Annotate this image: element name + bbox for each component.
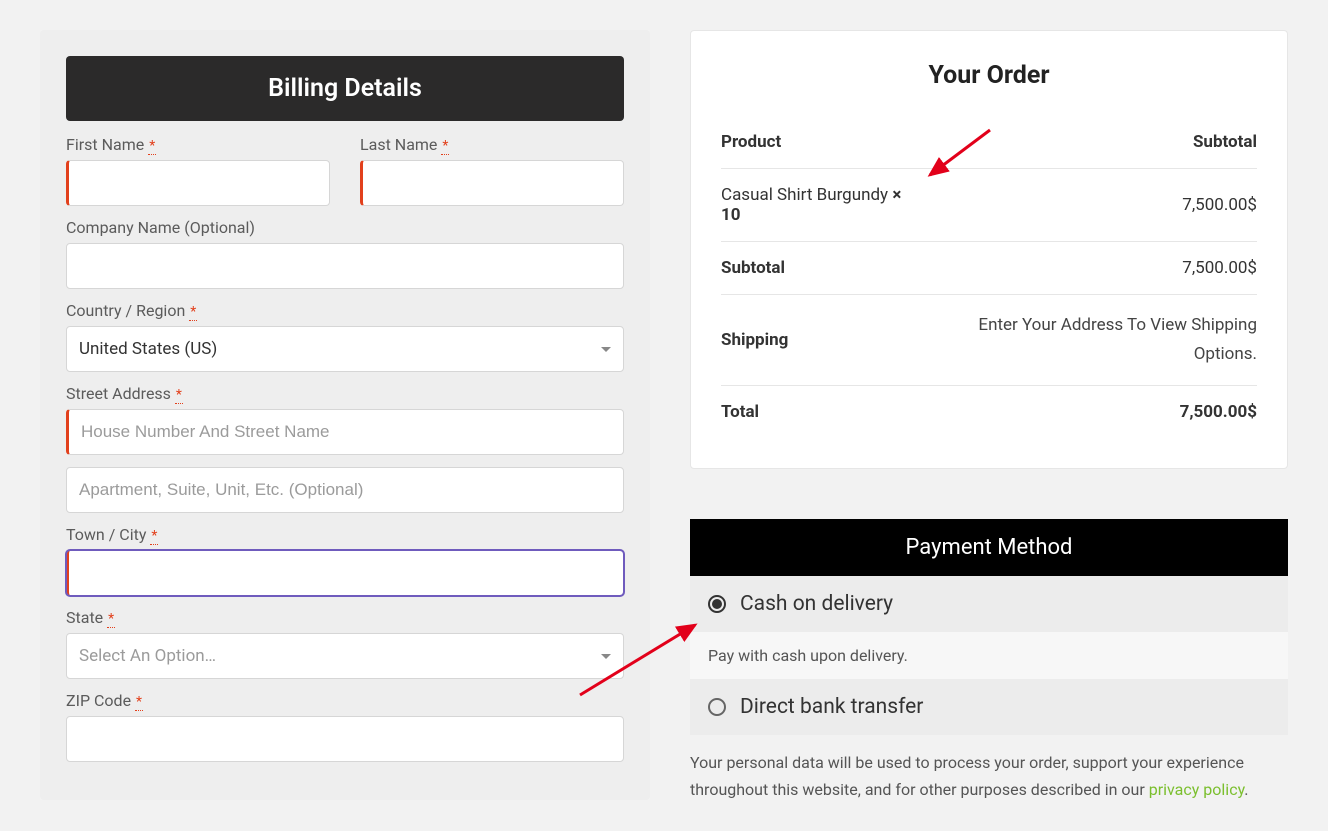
item-name: Casual Shirt Burgundy [721, 185, 892, 205]
first-name-field[interactable] [66, 160, 330, 206]
required-mark: * [107, 611, 115, 628]
required-mark: * [441, 138, 449, 155]
privacy-policy-link[interactable]: privacy policy [1149, 780, 1245, 799]
country-value: United States (US) [79, 339, 217, 359]
payment-label: Cash on delivery [740, 592, 893, 616]
product-header: Product [721, 116, 920, 169]
total-label: Total [721, 385, 920, 438]
chevron-down-icon [601, 347, 611, 352]
street-label: Street Address * [66, 384, 624, 403]
required-mark: * [150, 528, 158, 545]
privacy-note: Your personal data will be used to proce… [690, 749, 1288, 803]
order-item-row: Casual Shirt Burgundy × 10 7,500.00$ [721, 169, 1257, 242]
last-name-label: Last Name * [360, 135, 624, 154]
city-label: Town / City * [66, 525, 624, 544]
first-name-label: First Name * [66, 135, 330, 154]
city-field[interactable] [66, 550, 624, 596]
subtotal-value: 7,500.00$ [920, 242, 1257, 295]
cod-description: Pay with cash upon delivery. [690, 632, 1288, 679]
chevron-down-icon [601, 654, 611, 659]
street-address-2-field[interactable] [66, 467, 624, 513]
required-mark: * [135, 694, 143, 711]
payment-option-bank[interactable]: Direct bank transfer [690, 679, 1288, 735]
zip-label: ZIP Code * [66, 691, 624, 710]
required-mark: * [148, 138, 156, 155]
order-panel: Your Order Product Subtotal Casual Shirt… [690, 30, 1288, 469]
item-subtotal: 7,500.00$ [920, 169, 1257, 242]
required-mark: * [189, 304, 197, 321]
order-table: Product Subtotal Casual Shirt Burgundy ×… [721, 116, 1257, 438]
billing-panel: Billing Details First Name * Last Name *… [40, 30, 650, 800]
payment-label: Direct bank transfer [740, 695, 923, 719]
street-address-field[interactable] [66, 409, 624, 455]
required-mark: * [175, 387, 183, 404]
company-label: Company Name (Optional) [66, 218, 624, 237]
total-value: 7,500.00$ [920, 385, 1257, 438]
subtotal-header: Subtotal [920, 116, 1257, 169]
shipping-message: Enter Your Address To View Shipping Opti… [920, 295, 1257, 386]
country-label: Country / Region * [66, 301, 624, 320]
billing-title: Billing Details [66, 56, 624, 121]
state-placeholder: Select An Option… [79, 646, 216, 666]
state-label: State * [66, 608, 624, 627]
radio-icon [708, 698, 726, 716]
last-name-field[interactable] [360, 160, 624, 206]
payment-option-cod[interactable]: Cash on delivery [690, 576, 1288, 632]
order-title: Your Order [721, 61, 1257, 90]
country-select[interactable]: United States (US) [66, 326, 624, 372]
zip-field[interactable] [66, 716, 624, 762]
state-select[interactable]: Select An Option… [66, 633, 624, 679]
subtotal-label: Subtotal [721, 242, 920, 295]
payment-header: Payment Method [690, 519, 1288, 576]
radio-selected-icon [708, 595, 726, 613]
shipping-label: Shipping [721, 295, 920, 386]
company-field[interactable] [66, 243, 624, 289]
